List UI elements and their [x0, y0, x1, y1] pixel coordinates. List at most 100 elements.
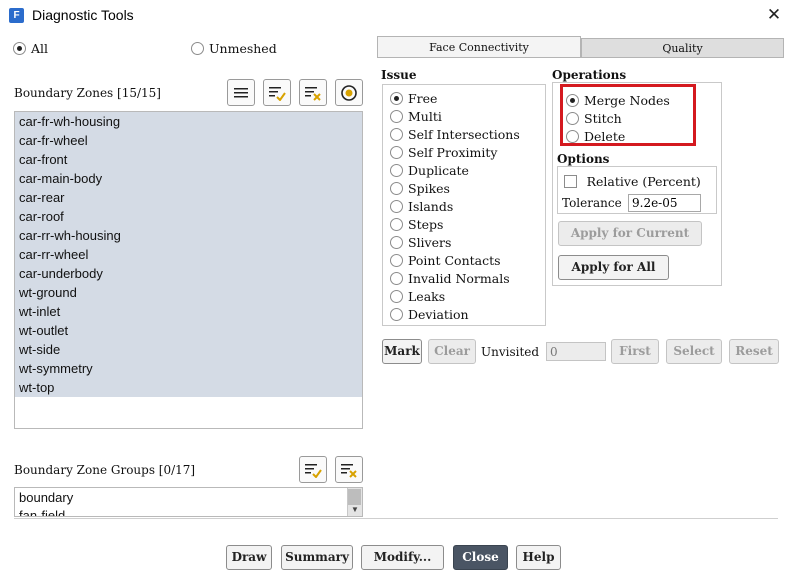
list-item[interactable]: car-rr-wh-housing — [15, 226, 362, 245]
apply-for-current-button[interactable]: Apply for Current — [558, 221, 702, 246]
mark-button[interactable]: Mark — [382, 339, 422, 364]
radio-icon — [390, 110, 403, 124]
issue-option[interactable]: Steps — [390, 216, 443, 232]
radio-icon — [390, 164, 403, 178]
list-item[interactable]: fan-field — [15, 507, 362, 516]
tab-underline — [377, 57, 784, 58]
scrollbar-thumb[interactable] — [348, 489, 361, 505]
issue-option[interactable]: Self Intersections — [390, 126, 520, 142]
list-lines-icon — [234, 87, 248, 97]
issue-option[interactable]: Point Contacts — [390, 252, 501, 268]
list-item[interactable]: car-fr-wheel — [15, 131, 362, 150]
checkbox-icon — [564, 175, 577, 189]
list-check-icon — [305, 463, 322, 478]
list-item[interactable]: car-roof — [15, 207, 362, 226]
scroll-down-icon[interactable]: ▼ — [348, 505, 362, 515]
groups-scrollbar[interactable]: ▼ — [347, 488, 362, 516]
list-item[interactable]: wt-symmetry — [15, 359, 362, 378]
list-item[interactable]: car-underbody — [15, 264, 362, 283]
modify-button[interactable]: Modify... — [361, 545, 444, 570]
relative-percent-checkbox[interactable]: Relative (Percent) — [564, 173, 701, 189]
list-item[interactable]: wt-side — [15, 340, 362, 359]
close-window-icon[interactable]: ✕ — [764, 4, 784, 26]
summary-button[interactable]: Summary — [281, 545, 353, 570]
list-item[interactable]: car-rr-wheel — [15, 245, 362, 264]
tolerance-input[interactable] — [628, 194, 701, 212]
select-all-zones-button[interactable] — [263, 79, 291, 106]
tolerance-label: Tolerance — [562, 196, 622, 210]
radio-icon — [390, 272, 403, 286]
issue-option[interactable]: Islands — [390, 198, 453, 214]
list-item[interactable]: wt-ground — [15, 283, 362, 302]
help-button[interactable]: Help — [516, 545, 561, 570]
target-button[interactable] — [335, 79, 363, 106]
filter-unmeshed-label: Unmeshed — [209, 41, 277, 57]
list-item[interactable]: wt-top — [15, 378, 362, 397]
deselect-all-zones-button[interactable] — [299, 79, 327, 106]
filter-all-radio[interactable]: All — [13, 40, 48, 56]
tab-face-connectivity[interactable]: Face Connectivity — [377, 36, 581, 58]
list-item[interactable]: car-fr-wh-housing — [15, 112, 362, 131]
title-bar: F Diagnostic Tools ✕ — [0, 0, 789, 32]
reset-button[interactable]: Reset — [729, 339, 779, 364]
operations-heading: Operations — [552, 68, 627, 82]
list-item[interactable]: car-front — [15, 150, 362, 169]
issue-option[interactable]: Spikes — [390, 180, 450, 196]
options-heading: Options — [557, 152, 610, 166]
issue-option-label: Slivers — [408, 235, 452, 251]
list-view-button[interactable] — [227, 79, 255, 106]
issue-option-label: Self Intersections — [408, 127, 520, 143]
window-title: Diagnostic Tools — [32, 7, 134, 23]
boundary-zones-heading: Boundary Zones [15/15] — [14, 86, 161, 100]
radio-icon — [390, 128, 403, 142]
filter-unmeshed-radio[interactable]: Unmeshed — [191, 40, 277, 56]
issue-option[interactable]: Slivers — [390, 234, 451, 250]
filter-all-label: All — [31, 41, 49, 57]
issue-option[interactable]: Invalid Normals — [390, 270, 510, 286]
issue-option[interactable]: Self Proximity — [390, 144, 497, 160]
unvisited-label: Unvisited — [481, 345, 540, 359]
select-button[interactable]: Select — [666, 339, 722, 364]
radio-icon — [191, 42, 204, 56]
radio-icon — [390, 92, 403, 106]
list-item[interactable]: wt-inlet — [15, 302, 362, 321]
issue-option-label: Point Contacts — [408, 253, 501, 269]
list-item[interactable]: car-main-body — [15, 169, 362, 188]
close-button[interactable]: Close — [453, 545, 508, 570]
list-item[interactable]: boundary — [15, 489, 362, 507]
issue-option[interactable]: Duplicate — [390, 162, 469, 178]
issue-option-label: Free — [408, 91, 438, 107]
boundary-zone-groups-list[interactable]: boundary fan-field ▼ — [14, 487, 363, 517]
apply-for-all-button[interactable]: Apply for All — [558, 255, 669, 280]
list-item[interactable]: wt-outlet — [15, 321, 362, 340]
issue-option-label: Multi — [408, 109, 442, 125]
relative-percent-label: Relative (Percent) — [586, 174, 701, 190]
issue-option[interactable]: Multi — [390, 108, 442, 124]
deselect-all-groups-button[interactable] — [335, 456, 363, 483]
boundary-zones-list[interactable]: car-fr-wh-housing car-fr-wheel car-front ca… — [14, 111, 363, 429]
radio-icon — [390, 236, 403, 250]
unvisited-count-field — [546, 342, 606, 361]
highlight-box — [560, 84, 696, 146]
issue-option[interactable]: Deviation — [390, 306, 469, 322]
issue-group: Free Multi Self Intersections Self Proximit… — [382, 84, 546, 326]
radio-icon — [390, 218, 403, 232]
radio-icon — [390, 200, 403, 214]
issue-option[interactable]: Leaks — [390, 288, 445, 304]
issue-heading: Issue — [381, 68, 417, 82]
radio-icon — [390, 308, 403, 322]
issue-option-label: Leaks — [408, 289, 446, 305]
list-clear-icon — [341, 463, 357, 478]
issue-option-label: Invalid Normals — [408, 271, 510, 287]
app-icon: F — [9, 8, 24, 23]
radio-icon — [390, 146, 403, 160]
select-all-groups-button[interactable] — [299, 456, 327, 483]
first-button[interactable]: First — [611, 339, 659, 364]
tab-quality[interactable]: Quality — [581, 38, 784, 58]
radio-icon — [13, 42, 26, 56]
draw-button[interactable]: Draw — [226, 545, 272, 570]
list-item[interactable]: car-rear — [15, 188, 362, 207]
issue-option[interactable]: Free — [390, 90, 437, 106]
clear-button[interactable]: Clear — [428, 339, 476, 364]
radio-icon — [390, 254, 403, 268]
